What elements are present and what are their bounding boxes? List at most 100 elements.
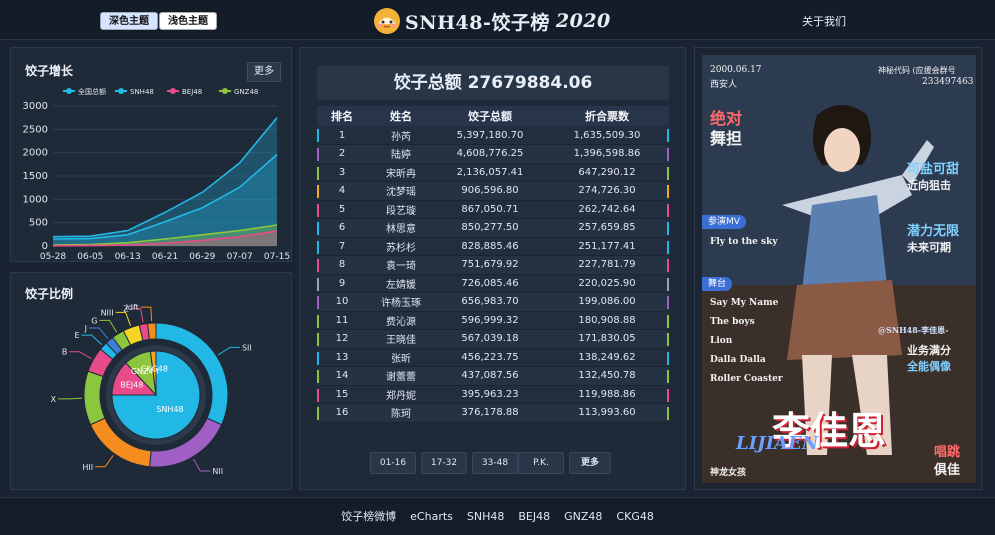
cell-total: 850,277.50 xyxy=(435,218,545,238)
cell-votes: 220,025.90 xyxy=(545,274,669,293)
x-tick-label: 05-28 xyxy=(40,252,66,262)
col-votes[interactable]: 折合票数 xyxy=(545,106,669,126)
table-row[interactable]: 11 费沁源 596,999.32 180,908.88 xyxy=(317,311,669,330)
table-row[interactable]: 15 郑丹妮 395,963.23 119,988.86 xyxy=(317,385,669,404)
table-row[interactable]: 3 宋昕冉 2,136,057.41 647,290.12 xyxy=(317,163,669,182)
x-tick-label: 07-15 xyxy=(264,252,290,262)
dumpling-logo-icon xyxy=(374,8,400,34)
footer-link-gnz48[interactable]: GNZ48 xyxy=(564,498,602,535)
x-tick-label: 06-13 xyxy=(115,252,141,262)
table-row[interactable]: 16 陈珂 376,178.88 113,993.60 xyxy=(317,403,669,423)
table-row[interactable]: 9 左婧媛 726,085.46 220,025.90 xyxy=(317,274,669,293)
poster-birth: 2000.06.17 xyxy=(710,65,762,75)
label-line xyxy=(81,334,103,345)
member-poster[interactable]: 2000.06.17 西安人 神秘代码 (应援会群号 233497463 绝对 … xyxy=(702,55,976,483)
cell-votes: 119,988.86 xyxy=(545,385,669,404)
table-row[interactable]: 10 许杨玉琢 656,983.70 199,086.00 xyxy=(317,292,669,312)
cell-votes: 251,177.41 xyxy=(545,237,669,256)
total-amount: 饺子总额 27679884.06 xyxy=(317,66,669,100)
top-bar: 深色主题 浅色主题 SNH48-饺子榜 2020 关于我们 xyxy=(0,0,995,40)
pie-slice[interactable] xyxy=(83,370,106,426)
poster-weibo: @SNH48-李佳恩- xyxy=(878,325,949,335)
about-us-link[interactable]: 关于我们 xyxy=(802,13,846,29)
table-row[interactable]: 8 袁一琦 751,679.92 227,781.79 xyxy=(317,255,669,275)
table-row[interactable]: 1 孙芮 5,397,180.70 1,635,509.30 xyxy=(317,126,669,145)
cell-name: 陆婷 xyxy=(367,144,435,164)
table-row[interactable]: 2 陆婷 4,608,776.25 1,396,598.86 xyxy=(317,144,669,164)
cell-total: 2,136,057.41 xyxy=(435,163,545,182)
table-row[interactable]: 4 沈梦瑶 906,596.80 274,726.30 xyxy=(317,181,669,201)
stage-item: Dalla Dalla xyxy=(710,355,766,365)
cell-total: 376,178.88 xyxy=(435,403,545,423)
cell-votes: 1,635,509.30 xyxy=(545,126,669,145)
ranking-table-wrap: 排名 姓名 饺子总额 折合票数 1 孙芮 5,397,180.70 1,635,509… xyxy=(317,106,669,442)
cell-total: 395,963.23 xyxy=(435,385,545,404)
legend-label[interactable]: GNZ48 xyxy=(234,88,258,96)
cell-votes: 262,742.64 xyxy=(545,200,669,219)
growth-more-button[interactable]: 更多 xyxy=(247,62,281,82)
col-total[interactable]: 饺子总额 xyxy=(435,106,545,126)
cell-total: 828,885.46 xyxy=(435,237,545,256)
table-row[interactable]: 5 段艺璇 867,050.71 262,742.64 xyxy=(317,200,669,219)
site-logo[interactable]: SNH48-饺子榜 2020 xyxy=(373,6,611,36)
pager-more[interactable]: 更多 xyxy=(569,452,611,474)
site-title: SNH48-饺子榜 xyxy=(405,11,550,34)
legend-label[interactable]: BEJ48 xyxy=(182,88,202,96)
table-row[interactable]: 14 谢蕾蕾 437,087.56 132,450.78 xyxy=(317,366,669,386)
cell-rank: 8 xyxy=(317,255,367,275)
pager-17-32[interactable]: 17-32 xyxy=(421,452,467,474)
footer-link-echarts[interactable]: eCharts xyxy=(410,498,453,535)
poster-mv: Fly to the sky xyxy=(710,237,778,247)
light-theme-button[interactable]: 浅色主题 xyxy=(159,12,217,30)
growth-line-chart: 0 500 1000 1500 2000 2500 3000 05-28 06-05 06-13 0… xyxy=(23,87,291,262)
table-row[interactable]: 13 张昕 456,223.75 138,249.62 xyxy=(317,348,669,367)
cell-total: 437,087.56 xyxy=(435,366,545,386)
pager-pk[interactable]: P.K. xyxy=(518,452,564,474)
cell-rank: 13 xyxy=(317,348,367,367)
poster-bottom-right-a: 唱跳 xyxy=(934,445,961,460)
col-name[interactable]: 姓名 xyxy=(367,106,435,126)
footer-link-bej48[interactable]: BEJ48 xyxy=(518,498,550,535)
cell-total: 456,223.75 xyxy=(435,348,545,367)
pager-01-16[interactable]: 01-16 xyxy=(370,452,416,474)
slice-label: idft xyxy=(126,303,139,312)
footer-link-snh48[interactable]: SNH48 xyxy=(467,498,504,535)
pager-33-48[interactable]: 33-48 xyxy=(472,452,518,474)
pie-slice[interactable] xyxy=(147,322,157,340)
cell-rank: 2 xyxy=(317,144,367,164)
poster-code-label: 神秘代码 (应援会群号 xyxy=(878,66,956,75)
cell-rank: 5 xyxy=(317,200,367,219)
ratio-panel: 饺子比例 SII NII HII X B E J G NIII Zidft SNH48 BEJ48 GN… xyxy=(10,272,292,490)
col-rank[interactable]: 排名 xyxy=(317,106,367,126)
legend-label[interactable]: 全国总额 xyxy=(78,87,106,96)
footer-link-weibo[interactable]: 饺子榜微博 xyxy=(341,498,396,535)
table-row[interactable]: 12 王晓佳 567,039.18 171,830.05 xyxy=(317,329,669,349)
table-row[interactable]: 6 林思意 850,277.50 257,659.85 xyxy=(317,218,669,238)
label-line xyxy=(115,311,131,326)
label-line xyxy=(99,319,118,333)
cell-votes: 257,659.85 xyxy=(545,218,669,238)
ranking-table: 排名 姓名 饺子总额 折合票数 1 孙芮 5,397,180.70 1,635,509… xyxy=(317,106,669,423)
dark-theme-button[interactable]: 深色主题 xyxy=(100,12,158,30)
label-line xyxy=(192,458,211,472)
y-tick-label: 0 xyxy=(42,241,48,252)
legend-label[interactable]: SNH48 xyxy=(130,88,154,96)
ratio-pie-chart: SIINIIHIIXBEJGNIII ZidftSNH48BEJ48GNZ48CK… xyxy=(51,303,252,476)
cell-name: 郑丹妮 xyxy=(367,385,435,404)
poster-right-2b: 未来可期 xyxy=(907,241,951,254)
table-row[interactable]: 7 苏杉杉 828,885.46 251,177.41 xyxy=(317,237,669,256)
slice-label: SII xyxy=(242,343,252,352)
x-tick-label: 06-29 xyxy=(189,252,215,262)
stage-item: The boys xyxy=(710,317,755,327)
slice-label: HII xyxy=(82,463,93,472)
cell-rank: 4 xyxy=(317,181,367,201)
poster-slogan-1b: 舞担 xyxy=(710,129,743,148)
slice-label: G xyxy=(91,316,97,325)
legend-marker xyxy=(170,88,176,94)
cell-total: 4,608,776.25 xyxy=(435,144,545,164)
footer-link-ckg48[interactable]: CKG48 xyxy=(616,498,653,535)
poster-right-2a: 潜力无限 xyxy=(907,224,960,239)
slice-label: SNH48 xyxy=(156,405,183,414)
table-header-row: 排名 姓名 饺子总额 折合票数 xyxy=(317,106,669,126)
cell-name: 左婧媛 xyxy=(367,274,435,293)
